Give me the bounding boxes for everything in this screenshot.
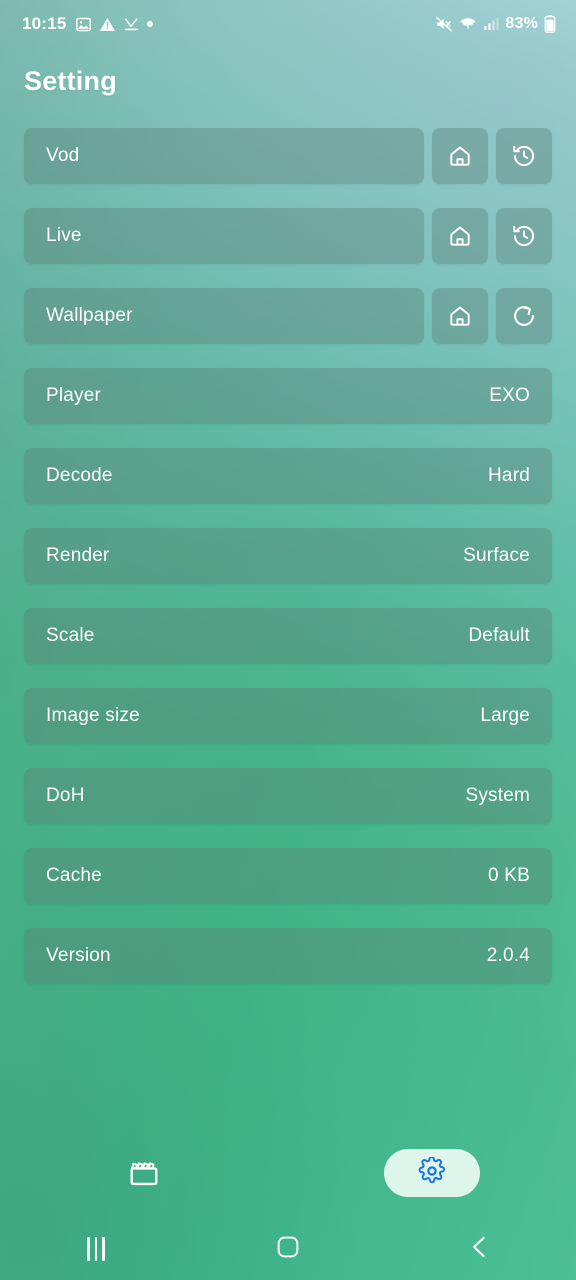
setting-row-vod[interactable]: Vod bbox=[24, 128, 424, 184]
setting-label: Vod bbox=[46, 145, 80, 166]
history-icon bbox=[511, 223, 537, 249]
mute-icon bbox=[435, 15, 453, 33]
setting-value: 0 KB bbox=[488, 865, 530, 886]
wifi-icon bbox=[459, 15, 477, 33]
vod-home-button[interactable] bbox=[432, 128, 488, 184]
warning-triangle-icon bbox=[99, 16, 116, 33]
wallpaper-home-button[interactable] bbox=[432, 288, 488, 344]
setting-row-scale[interactable]: Scale Default bbox=[24, 608, 552, 664]
setting-row-player[interactable]: Player EXO bbox=[24, 368, 552, 424]
setting-label: Cache bbox=[46, 865, 102, 886]
live-history-button[interactable] bbox=[496, 208, 552, 264]
setting-value: EXO bbox=[489, 385, 530, 406]
vod-history-button[interactable] bbox=[496, 128, 552, 184]
back-chevron-icon bbox=[467, 1234, 493, 1265]
battery-icon bbox=[544, 15, 556, 33]
setting-row-cache[interactable]: Cache 0 KB bbox=[24, 848, 552, 904]
setting-value: Surface bbox=[463, 545, 530, 566]
home-icon bbox=[447, 223, 473, 249]
home-square-icon bbox=[276, 1235, 300, 1264]
table-row: Live bbox=[0, 208, 576, 264]
refresh-icon bbox=[511, 303, 537, 329]
setting-value: Hard bbox=[488, 465, 530, 486]
live-home-button[interactable] bbox=[432, 208, 488, 264]
battery-percent: 83% bbox=[505, 15, 538, 32]
settings-list: Vod Live Wallpaper Player EXO Decode Har… bbox=[0, 128, 576, 1008]
status-bar-left: 10:15 bbox=[22, 14, 154, 34]
setting-label: Decode bbox=[46, 465, 113, 486]
home-icon bbox=[447, 303, 473, 329]
setting-value: Large bbox=[480, 705, 530, 726]
setting-label: Image size bbox=[46, 705, 140, 726]
setting-row-decode[interactable]: Decode Hard bbox=[24, 448, 552, 504]
table-row: Wallpaper bbox=[0, 288, 576, 344]
recents-button[interactable] bbox=[0, 1218, 192, 1280]
bottom-navigation bbox=[0, 1138, 576, 1208]
setting-row-live[interactable]: Live bbox=[24, 208, 424, 264]
setting-label: Wallpaper bbox=[46, 305, 133, 326]
setting-row-version[interactable]: Version 2.0.4 bbox=[24, 928, 552, 984]
signal-bars-icon bbox=[483, 16, 499, 32]
table-row: Version 2.0.4 bbox=[0, 928, 576, 984]
home-button[interactable] bbox=[192, 1218, 384, 1280]
gear-icon bbox=[418, 1155, 446, 1190]
page-title: Setting bbox=[24, 66, 117, 96]
nav-tab-vod[interactable] bbox=[0, 1138, 288, 1208]
table-row: Scale Default bbox=[0, 608, 576, 664]
table-row: DoH System bbox=[0, 768, 576, 824]
setting-row-image-size[interactable]: Image size Large bbox=[24, 688, 552, 744]
table-row: Render Surface bbox=[0, 528, 576, 584]
status-bar: 10:15 83% bbox=[0, 0, 576, 48]
table-row: Decode Hard bbox=[0, 448, 576, 504]
wallpaper-refresh-button[interactable] bbox=[496, 288, 552, 344]
table-row: Image size Large bbox=[0, 688, 576, 744]
clapperboard-icon bbox=[128, 1157, 160, 1189]
setting-value: 2.0.4 bbox=[486, 945, 530, 966]
setting-row-doh[interactable]: DoH System bbox=[24, 768, 552, 824]
setting-label: Scale bbox=[46, 625, 95, 646]
recents-icon bbox=[87, 1237, 105, 1261]
table-row: Vod bbox=[0, 128, 576, 184]
dot-icon bbox=[147, 21, 154, 27]
history-icon bbox=[511, 143, 537, 169]
setting-row-render[interactable]: Render Surface bbox=[24, 528, 552, 584]
setting-row-wallpaper[interactable]: Wallpaper bbox=[24, 288, 424, 344]
nav-tab-setting[interactable] bbox=[288, 1138, 576, 1208]
system-navigation-bar bbox=[0, 1218, 576, 1280]
nav-active-pill[interactable] bbox=[384, 1149, 480, 1197]
setting-label: Live bbox=[46, 225, 82, 246]
setting-label: Player bbox=[46, 385, 102, 406]
status-time: 10:15 bbox=[22, 14, 67, 33]
download-complete-icon bbox=[123, 16, 140, 33]
back-button[interactable] bbox=[384, 1218, 576, 1280]
table-row: Player EXO bbox=[0, 368, 576, 424]
home-icon bbox=[447, 143, 473, 169]
setting-value: System bbox=[465, 785, 530, 806]
setting-value: Default bbox=[468, 625, 530, 646]
setting-label: Render bbox=[46, 545, 110, 566]
setting-label: Version bbox=[46, 945, 111, 966]
image-icon bbox=[75, 16, 92, 33]
setting-label: DoH bbox=[46, 785, 85, 806]
phone-screen: 10:15 83% Setting Vod Live Wallpaper Pla… bbox=[0, 0, 576, 1280]
table-row: Cache 0 KB bbox=[0, 848, 576, 904]
status-bar-right: 83% bbox=[435, 15, 556, 33]
